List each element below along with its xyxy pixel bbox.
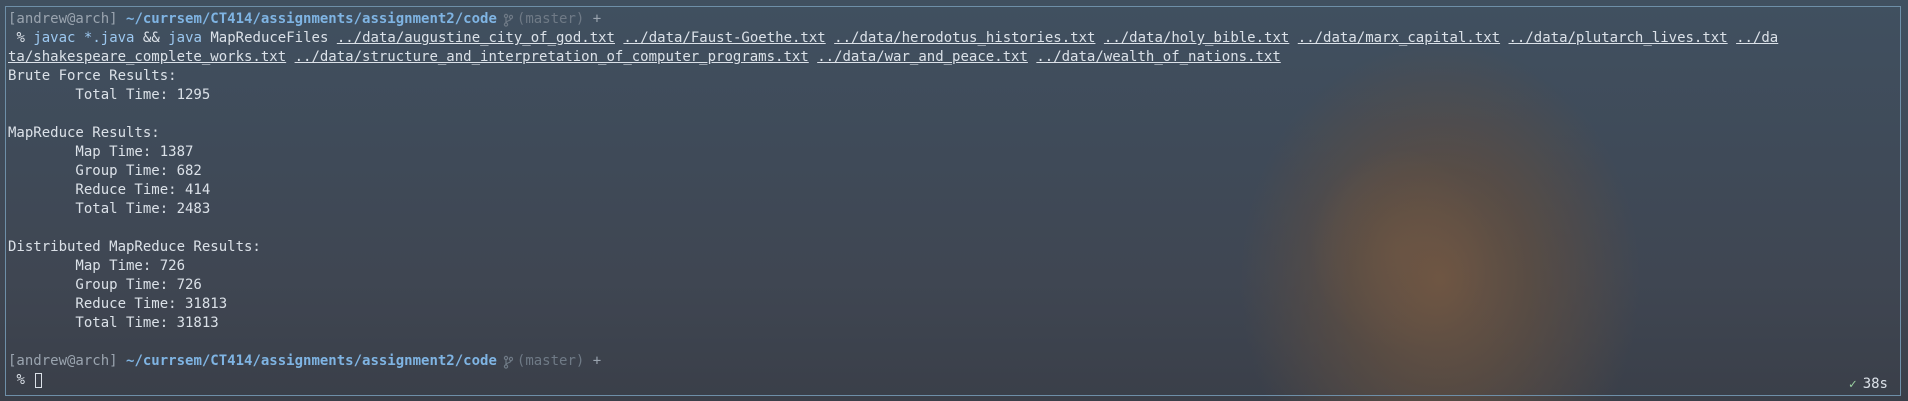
- file-link[interactable]: ../data/structure_and_interpretation_of_…: [295, 48, 809, 67]
- output-line: Total Time: 1295: [8, 87, 211, 103]
- command-percent: %: [16, 30, 25, 46]
- file-link[interactable]: ../data/herodotus_histories.txt: [834, 29, 1095, 48]
- prompt-line-2: [andrew@arch] ~/currsem/CT414/assignment…: [8, 352, 1900, 371]
- prompt-plus: +: [592, 353, 602, 369]
- git-branch-icon: [503, 355, 513, 369]
- file-link[interactable]: ../data/Faust-Goethe.txt: [623, 29, 825, 48]
- prompt-branch: (master): [516, 353, 585, 369]
- terminal-window[interactable]: [andrew@arch] ~/currsem/CT414/assignment…: [0, 0, 1908, 401]
- prompt-branch: (master): [516, 11, 585, 27]
- check-icon: ✓: [1848, 376, 1857, 392]
- command-main-class: MapReduceFiles: [210, 30, 329, 46]
- output-line: Reduce Time: 414: [8, 182, 211, 198]
- prompt-user: [andrew@arch]: [8, 11, 118, 27]
- output-line: Map Time: 1387: [8, 144, 194, 160]
- file-link[interactable]: ../da: [1736, 29, 1778, 48]
- prompt-user: [andrew@arch]: [8, 353, 118, 369]
- output-line: Reduce Time: 31813: [8, 296, 228, 312]
- terminal-output[interactable]: [andrew@arch] ~/currsem/CT414/assignment…: [8, 10, 1900, 390]
- input-line[interactable]: %: [8, 371, 1900, 390]
- command-line-wrap: ta/shakespeare_complete_works.txt ../dat…: [8, 48, 1900, 67]
- input-percent: %: [16, 372, 25, 388]
- text-cursor[interactable]: [34, 373, 42, 388]
- output-line: Map Time: 726: [8, 258, 186, 274]
- output-line: Total Time: 31813: [8, 315, 219, 331]
- prompt-path: ~/currsem/CT414/assignments/assignment2/…: [126, 11, 497, 27]
- prompt-plus: +: [592, 11, 602, 27]
- prompt-path: ~/currsem/CT414/assignments/assignment2/…: [126, 353, 497, 369]
- command-status: ✓ 38s: [1849, 376, 1888, 392]
- file-link[interactable]: ../data/marx_capital.txt: [1298, 29, 1500, 48]
- output-line: Distributed MapReduce Results:: [8, 239, 261, 255]
- file-link[interactable]: ../data/wealth_of_nations.txt: [1036, 48, 1280, 67]
- output-line: Group Time: 726: [8, 277, 202, 293]
- file-link[interactable]: ../data/plutarch_lives.txt: [1509, 29, 1728, 48]
- command-javac: javac: [33, 30, 76, 46]
- output-line: Total Time: 2483: [8, 201, 211, 217]
- output-line: Brute Force Results:: [8, 68, 177, 84]
- command-duration: 38s: [1862, 376, 1888, 392]
- git-branch-icon: [503, 13, 513, 27]
- command-line: % javac *.java && java MapReduceFiles ..…: [8, 29, 1900, 48]
- command-java: java: [168, 30, 202, 46]
- command-glob: *.java: [83, 30, 135, 46]
- file-link[interactable]: ../data/holy_bible.txt: [1104, 29, 1289, 48]
- file-link[interactable]: ../data/war_and_peace.txt: [817, 48, 1028, 67]
- output-line: MapReduce Results:: [8, 125, 160, 141]
- file-link[interactable]: ta/shakespeare_complete_works.txt: [8, 48, 286, 67]
- prompt-line: [andrew@arch] ~/currsem/CT414/assignment…: [8, 10, 1900, 29]
- command-amp: &&: [142, 30, 160, 46]
- file-link[interactable]: ../data/augustine_city_of_god.txt: [337, 29, 615, 48]
- output-line: Group Time: 682: [8, 163, 202, 179]
